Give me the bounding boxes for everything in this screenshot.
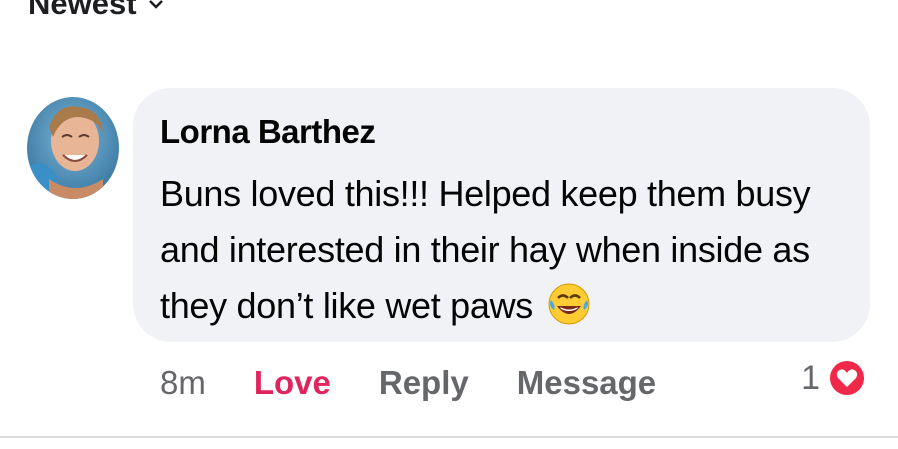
sort-label: Newest xyxy=(28,0,137,21)
comment-line: they don’t like wet paws xyxy=(160,278,850,334)
sort-dropdown[interactable]: Newest xyxy=(28,0,165,22)
heart-reaction-icon xyxy=(827,358,867,398)
comment-text: Buns loved this!!! Helped keep them busy… xyxy=(160,166,850,334)
comment-line: and interested in their hay when inside … xyxy=(160,229,810,270)
comment-author[interactable]: Lorna Barthez xyxy=(160,113,376,151)
message-button[interactable]: Message xyxy=(517,364,656,402)
love-button[interactable]: Love xyxy=(254,364,331,402)
chevron-down-icon xyxy=(148,0,163,9)
reaction-count: 1 xyxy=(801,358,820,397)
reaction-summary[interactable]: 1 xyxy=(801,357,868,399)
comment-line-text: they don’t like wet paws xyxy=(160,285,533,326)
face-with-tears-of-joy-icon xyxy=(548,283,590,325)
reply-button[interactable]: Reply xyxy=(379,364,469,402)
divider xyxy=(0,436,898,438)
comment-line: Buns loved this!!! Helped keep them busy xyxy=(160,173,811,214)
avatar[interactable] xyxy=(27,97,119,199)
comment-timestamp[interactable]: 8m xyxy=(160,364,206,402)
comment-actions: 8m Love Reply Message xyxy=(160,360,704,406)
